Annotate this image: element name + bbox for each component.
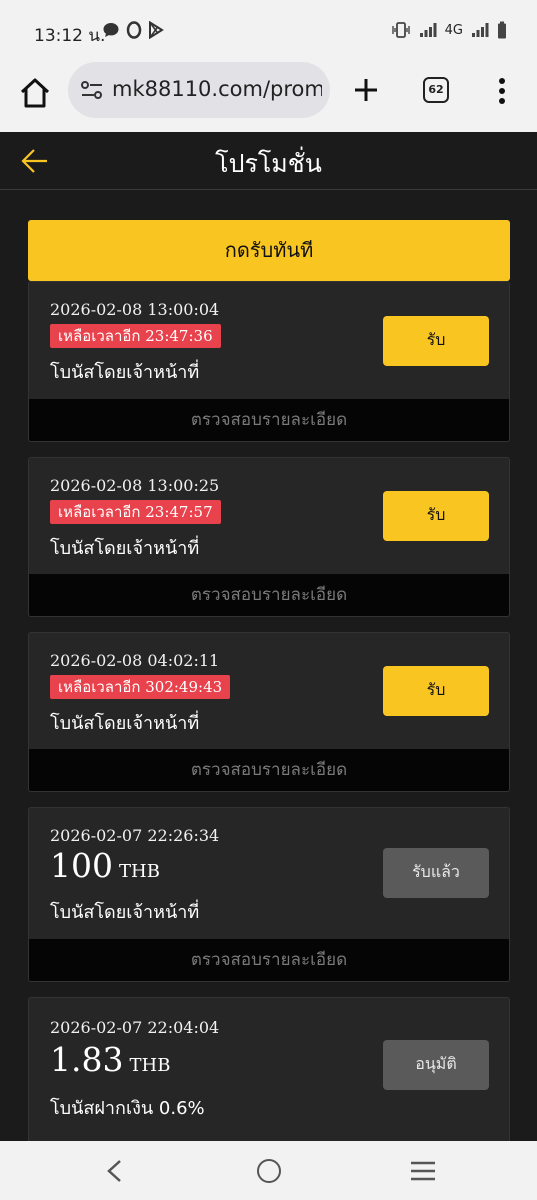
tab-switcher-button[interactable]: 62 xyxy=(423,77,449,103)
claim-button[interactable]: รับ xyxy=(383,316,489,366)
nav-recent-apps-icon[interactable] xyxy=(410,1161,436,1181)
promo-date: 2026-02-07 22:04:04 xyxy=(50,1018,220,1037)
promo-description: โบนัสฝากเงิน 0.6% xyxy=(50,1098,205,1119)
vibrate-icon xyxy=(391,22,410,38)
view-details-link[interactable]: ตรวจสอบรายละเอียด xyxy=(29,574,509,616)
promo-card: 2026-02-07 22:04:04 1.83 THB โบนัสฝากเงิน… xyxy=(28,997,510,1141)
claimed-button[interactable]: รับแล้ว xyxy=(383,848,489,898)
countdown-badge: เหลือเวลาอีก 23:47:57 xyxy=(50,500,221,524)
promo-card: 2026-02-08 13:00:04 เหลือเวลาอีก 23:47:3… xyxy=(28,281,510,442)
promo-card: 2026-02-08 13:00:25 เหลือเวลาอีก 23:47:5… xyxy=(28,457,510,617)
promo-description: โบนัสโดยเจ้าหน้าที่ xyxy=(50,538,200,559)
page-title: โปรโมชั่น xyxy=(215,149,322,178)
view-details-link[interactable]: ตรวจสอบรายละเอียด xyxy=(29,399,509,441)
amount-value: 100 xyxy=(50,846,113,885)
status-time: 13:12 น. xyxy=(34,26,106,46)
app-header: โปรโมชั่น xyxy=(0,132,537,190)
promo-list: กดรับทันที 2026-02-08 13:00:04 เหลือเวลา… xyxy=(0,191,537,1141)
promo-description: โบนัสโดยเจ้าหน้าที่ xyxy=(50,902,200,923)
view-details-link[interactable]: ตรวจสอบรายละเอียด xyxy=(29,939,509,981)
promo-date: 2026-02-07 22:26:34 xyxy=(50,826,220,845)
promo-date: 2026-02-08 04:02:11 xyxy=(50,651,220,670)
status-bar: 13:12 น. 4G xyxy=(0,0,537,62)
promo-card: 2026-02-07 22:26:34 100 THB โบนัสโดยเจ้าห… xyxy=(28,807,510,982)
site-settings-icon[interactable] xyxy=(80,79,104,101)
bonus-amount: 1.83 THB xyxy=(50,1040,170,1079)
system-nav-bar xyxy=(0,1141,537,1200)
promo-description: โบนัสโดยเจ้าหน้าที่ xyxy=(50,362,200,383)
address-bar[interactable]: mk88110.com/promo xyxy=(68,62,330,118)
promo-card: 2026-02-08 04:02:11 เหลือเวลาอีก 302:49:… xyxy=(28,632,510,792)
approved-button[interactable]: อนุมัติ xyxy=(383,1040,489,1090)
amount-value: 1.83 xyxy=(50,1040,124,1079)
more-menu-icon[interactable] xyxy=(496,76,508,106)
bonus-amount: 100 THB xyxy=(50,846,160,885)
claim-all-button[interactable]: กดรับทันที xyxy=(28,220,510,281)
network-type: 4G xyxy=(444,22,463,38)
countdown-badge: เหลือเวลาอีก 302:49:43 xyxy=(50,675,231,699)
amount-currency: THB xyxy=(119,861,160,882)
new-tab-icon[interactable] xyxy=(352,76,380,104)
nav-back-icon[interactable] xyxy=(104,1159,126,1183)
promo-description: โบนัสโดยเจ้าหน้าที่ xyxy=(50,713,200,734)
chat-bubble-icon xyxy=(103,23,119,37)
signal-icon xyxy=(472,23,489,37)
promo-date: 2026-02-08 13:00:25 xyxy=(50,476,220,495)
view-details-link[interactable]: ตรวจสอบรายละเอียด xyxy=(29,749,509,791)
amount-currency: THB xyxy=(129,1055,171,1076)
countdown-badge: เหลือเวลาอีก 23:47:36 xyxy=(50,324,221,348)
url-text[interactable]: mk88110.com/promo xyxy=(112,77,322,101)
home-icon[interactable] xyxy=(18,76,52,110)
promo-date: 2026-02-08 13:00:04 xyxy=(50,300,220,319)
claim-button[interactable]: รับ xyxy=(383,491,489,541)
nav-home-icon[interactable] xyxy=(257,1159,281,1183)
browser-toolbar: mk88110.com/promo 62 xyxy=(0,62,537,132)
play-store-icon xyxy=(149,21,164,39)
opera-icon xyxy=(126,21,142,39)
signal-icon xyxy=(419,23,437,37)
battery-icon xyxy=(498,21,506,39)
claim-button[interactable]: รับ xyxy=(383,666,489,716)
